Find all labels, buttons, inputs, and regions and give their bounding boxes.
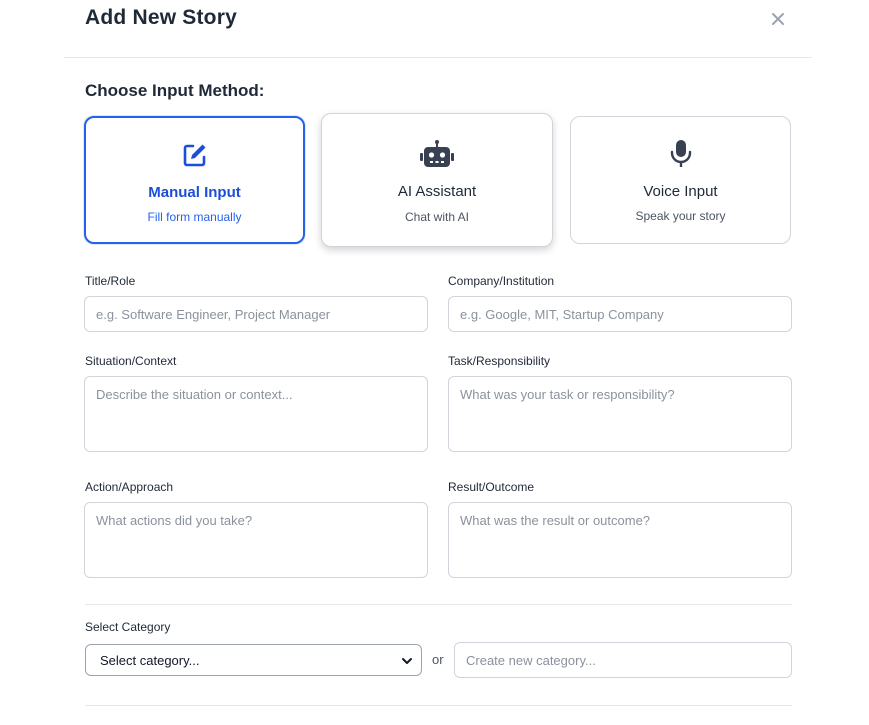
microphone-icon [670, 140, 691, 167]
or-text: or [432, 652, 444, 667]
manual-input-option[interactable]: Manual Input Fill form manually [84, 116, 305, 244]
category-select-value: Select category... [100, 653, 200, 668]
option-name: Manual Input [148, 184, 241, 201]
option-description: Fill form manually [147, 210, 242, 224]
modal-title: Add New Story [85, 6, 237, 29]
situation-label: Situation/Context [85, 354, 177, 368]
company-label: Company/Institution [448, 274, 555, 288]
option-description: Speak your story [635, 209, 726, 223]
action-label: Action/Approach [85, 480, 174, 494]
ai-assistant-option[interactable]: AI Assistant Chat with AI [321, 113, 553, 247]
option-name: AI Assistant [397, 183, 477, 200]
task-textarea[interactable] [448, 376, 792, 452]
modal-header: Add New Story [64, 0, 812, 58]
chevron-down-icon [402, 658, 412, 664]
bottom-divider [85, 705, 792, 706]
result-textarea[interactable] [448, 502, 792, 578]
category-select[interactable]: Select category... [85, 644, 422, 676]
edit-icon [183, 144, 205, 167]
robot-icon [420, 140, 454, 167]
title-role-label: Title/Role [85, 274, 136, 288]
action-textarea[interactable] [84, 502, 428, 578]
new-category-input[interactable] [454, 642, 792, 678]
company-input[interactable] [448, 296, 792, 332]
input-method-label: Choose Input Method: [85, 81, 265, 100]
section-divider [85, 604, 792, 605]
option-description: Chat with AI [404, 210, 470, 224]
option-name: Voice Input [643, 183, 718, 200]
close-button[interactable] [769, 6, 787, 28]
close-icon [772, 13, 784, 25]
task-label: Task/Responsibility [448, 354, 551, 368]
category-label: Select Category [85, 620, 171, 634]
voice-input-option[interactable]: Voice Input Speak your story [570, 116, 791, 244]
situation-textarea[interactable] [84, 376, 428, 452]
result-label: Result/Outcome [448, 480, 535, 494]
title-role-input[interactable] [84, 296, 428, 332]
